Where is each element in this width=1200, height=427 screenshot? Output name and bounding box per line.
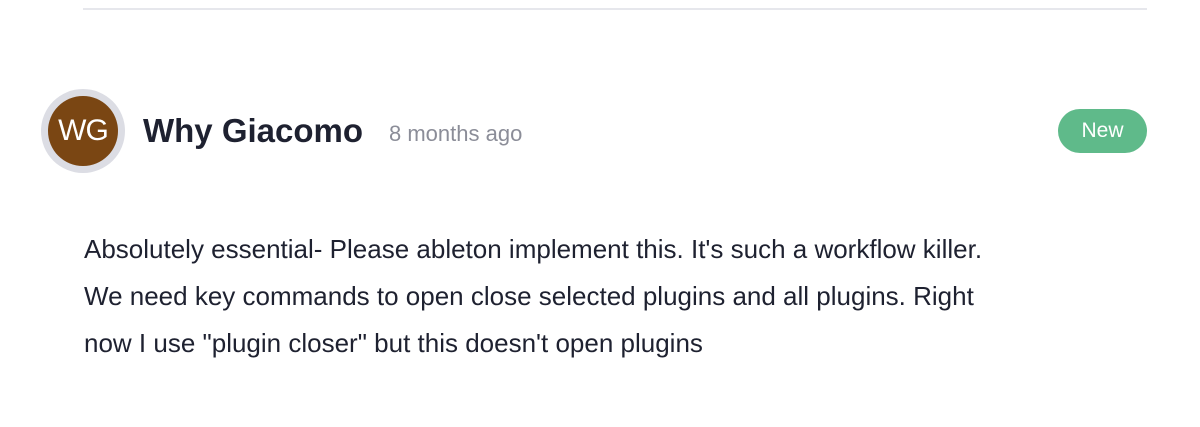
comment-card: WG Why Giacomo 8 months ago New Absolute… [0, 0, 1200, 427]
author-name[interactable]: Why Giacomo [143, 110, 363, 152]
comment-body-line: now I use "plugin closer" but this doesn… [84, 328, 703, 358]
comment-body-line: Absolutely essential- Please ableton imp… [84, 234, 983, 264]
comment-timestamp: 8 months ago [389, 121, 523, 146]
comment-body: Absolutely essential- Please ableton imp… [84, 226, 1164, 367]
comment-body-line: We need key commands to open close selec… [84, 281, 974, 311]
avatar[interactable]: WG [41, 89, 125, 173]
avatar-initials: WG [48, 96, 118, 166]
status-badge: New [1058, 109, 1147, 153]
